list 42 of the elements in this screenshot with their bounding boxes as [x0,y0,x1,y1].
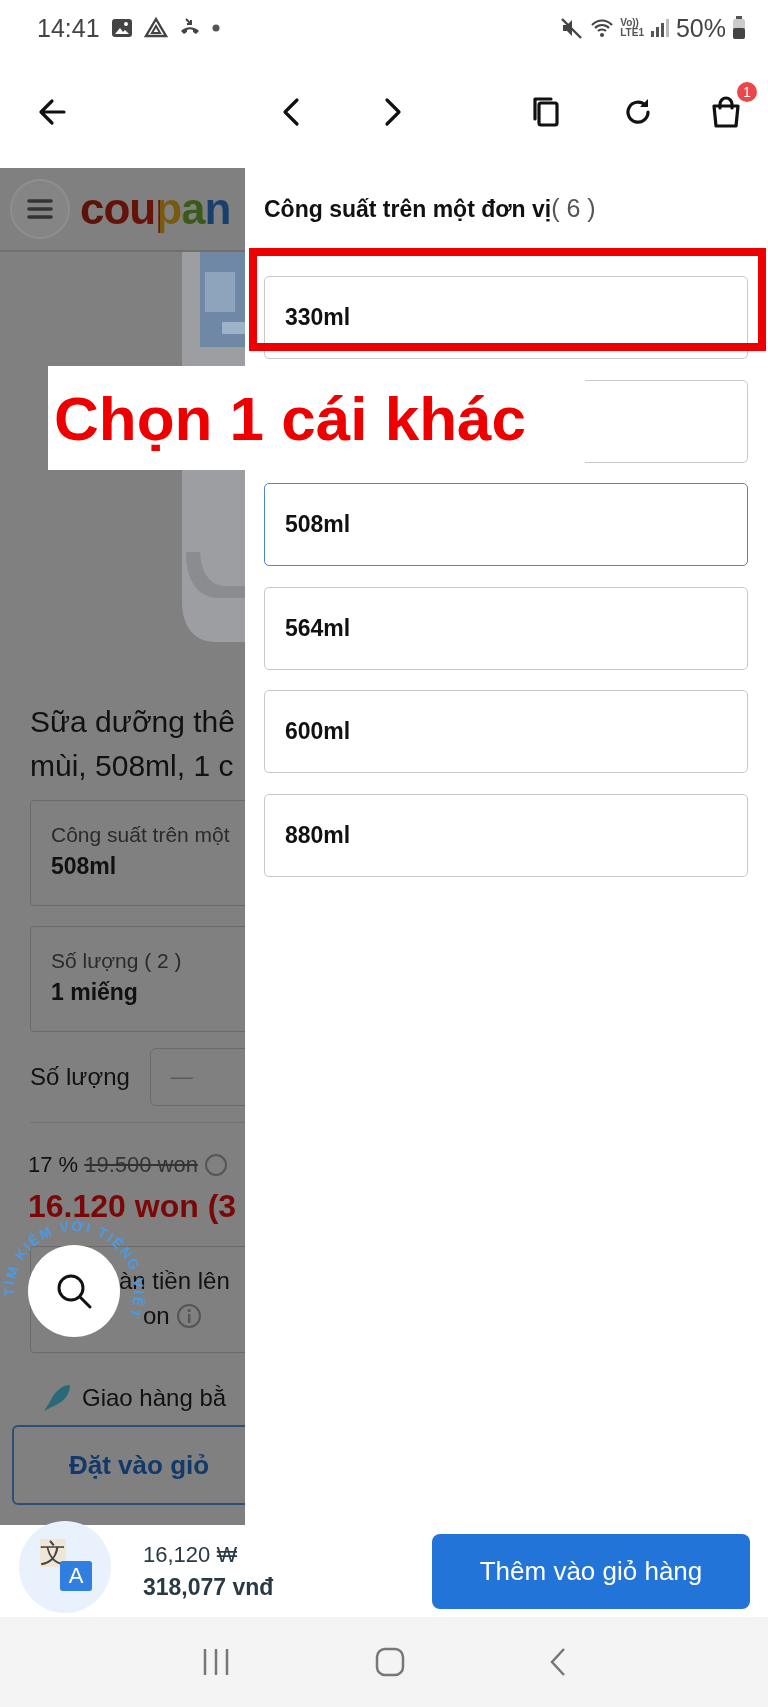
back-icon[interactable] [549,1647,566,1677]
product-title: Sữa dưỡng thê [30,704,236,740]
option-count: ( 6 ) [551,194,596,223]
original-price: 19.500 won [84,1152,198,1178]
annotation-tooltip: Chọn 1 cái khác [48,366,585,470]
network-label: LTE1 [620,28,644,38]
status-time: 14:41 [37,13,100,43]
rocket-icon [44,1385,70,1411]
add-to-cart-button[interactable]: Thêm vào giỏ hàng [432,1533,750,1609]
triangle-icon [143,16,168,40]
info-icon [175,1302,202,1329]
wifi-icon [590,16,615,40]
info-icon [203,1153,228,1177]
option-button[interactable]: 508ml [264,483,748,566]
translate-button[interactable]: 文 A [19,1521,111,1613]
option-button[interactable]: 330ml [264,276,748,359]
panel-title: Công suất trên một đơn vị [264,196,552,223]
delivery-text: Giao hàng bằ [82,1384,227,1412]
cart-count-badge: 1 [737,82,757,102]
option-value: 508ml [51,853,118,880]
product-title: mùi, 508ml, 1 c [30,748,235,784]
battery-percent: 50% [675,13,726,43]
translate-glyph: A [60,1561,92,1591]
menu-icon [26,197,54,221]
option-button[interactable]: 880ml [264,793,748,877]
dot-icon [211,24,220,32]
option-value: 1 miếng [51,979,139,1006]
quantity-label: Số lượng [30,1063,130,1091]
price-vnd: 318,077 vnđ [143,1573,274,1601]
option-button[interactable]: 600ml [264,690,748,773]
home-icon[interactable] [375,1647,405,1677]
option-label: Số lượng ( 2 ) [51,949,183,973]
price-krw: 16,120 ₩ [143,1541,239,1568]
discount-percent: 17 % [28,1152,79,1178]
volte-label: Vo)) [620,18,640,28]
signal-icon [649,17,670,39]
recent-apps-icon[interactable] [202,1647,231,1677]
image-icon [109,16,134,40]
translate-glyph: 文 [40,1539,66,1567]
battery-icon [732,16,746,40]
option-button[interactable]: 564ml [264,586,748,670]
option-label: Công suất trên một [51,823,231,847]
